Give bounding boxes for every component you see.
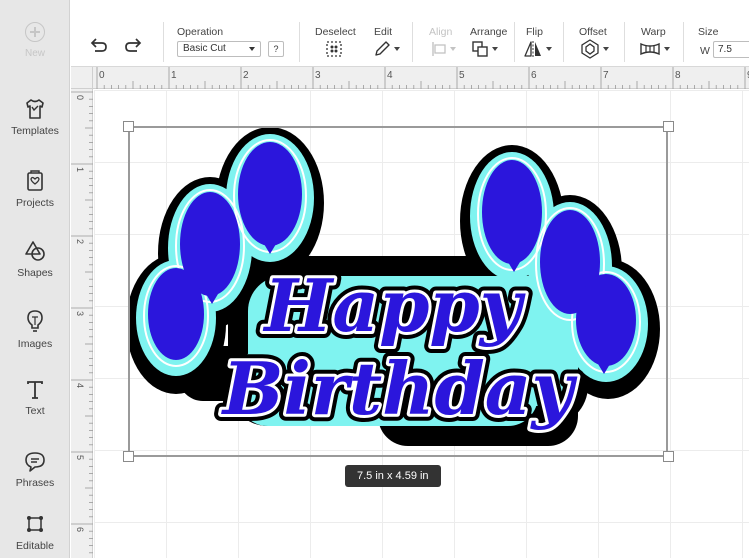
width-label: W (700, 45, 710, 57)
ruler-number: 5 (459, 70, 465, 81)
ruler-number: 3 (315, 70, 321, 81)
deselect-label: Deselect (315, 26, 356, 38)
ruler-number: 7 (603, 70, 609, 81)
chevron-down-icon (394, 47, 400, 51)
edit-label: Edit (374, 26, 393, 38)
sidebar-item-label: Projects (16, 197, 54, 209)
flip-icon (524, 41, 541, 57)
pencil-icon (375, 41, 390, 56)
size-label: Size (698, 26, 719, 38)
sidebar-item-phrases[interactable]: Phrases (0, 450, 70, 489)
sidebar-item-shapes[interactable]: Shapes (0, 240, 70, 279)
size-badge: 7.5 in x 4.59 in (345, 465, 441, 487)
warp-icon (640, 42, 660, 56)
ruler-ticks: 0123456789 (96, 67, 749, 89)
resize-handle-top-right[interactable] (663, 121, 674, 132)
arrange-label: Arrange (470, 26, 508, 38)
chevron-down-icon (603, 47, 609, 51)
warp-button[interactable] (639, 39, 670, 59)
horizontal-ruler: 0123456789 (71, 67, 749, 89)
resize-handle-top-left[interactable] (123, 121, 134, 132)
flip-button[interactable] (523, 39, 552, 59)
sidebar-item-label: Shapes (17, 267, 53, 279)
undo-button[interactable] (87, 34, 109, 54)
sidebar-item-editable[interactable]: Editable (0, 513, 70, 552)
sidebar-item-images[interactable]: Images (0, 309, 70, 350)
left-sidebar: New Templates Projects Shapes Images Tex… (0, 0, 70, 558)
speech-bubble-icon (25, 452, 45, 472)
warp-label: Warp (641, 26, 666, 38)
operation-value: Basic Cut (183, 43, 226, 54)
projects-icon (27, 170, 43, 191)
ruler-number: 8 (675, 70, 681, 81)
operation-select[interactable]: Basic Cut (177, 41, 261, 57)
ruler-number: 0 (75, 95, 85, 100)
operation-label: Operation (177, 26, 224, 38)
deselect-button[interactable] (325, 39, 343, 59)
new-button[interactable]: New (0, 22, 70, 59)
ruler-number: 2 (243, 70, 249, 81)
vertical-ruler: 0 1 2 3 4 5 6 (71, 67, 93, 558)
editable-icon (27, 516, 43, 532)
edit-button[interactable] (373, 39, 400, 59)
sidebar-item-projects[interactable]: Projects (0, 170, 70, 209)
ruler-number: 4 (387, 70, 393, 81)
resize-handle-bottom-left[interactable] (123, 451, 134, 462)
ruler-number: 0 (99, 70, 105, 81)
arrange-icon (472, 41, 488, 57)
edit-toolbar: Operation Basic Cut ? Deselect Edit Alig… (71, 0, 749, 67)
shirt-icon (26, 99, 44, 119)
sidebar-item-label: Templates (11, 125, 59, 137)
flip-label: Flip (526, 26, 543, 38)
offset-icon (581, 39, 599, 59)
align-icon (432, 42, 446, 56)
undo-icon (90, 38, 107, 52)
sidebar-item-label: Text (25, 405, 45, 417)
chevron-down-icon (492, 47, 498, 51)
sidebar-item-label: Images (17, 338, 53, 350)
align-label: Align (429, 26, 453, 38)
sidebar-item-text[interactable]: Text (0, 380, 70, 417)
redo-button[interactable] (123, 34, 145, 54)
new-label: New (24, 48, 45, 59)
chevron-down-icon (664, 47, 670, 51)
offset-label: Offset (579, 26, 607, 38)
offset-button[interactable] (580, 39, 609, 59)
ruler-number: 1 (171, 70, 177, 81)
plus-icon (25, 22, 45, 42)
text-icon (27, 381, 43, 399)
ruler-number: 6 (531, 70, 537, 81)
selection-bounding-box (128, 126, 668, 457)
chevron-down-icon (249, 47, 255, 51)
lightbulb-icon (27, 310, 43, 332)
align-button[interactable] (431, 39, 456, 59)
ruler-corner (71, 67, 93, 89)
shapes-icon (25, 241, 45, 261)
sidebar-item-templates[interactable]: Templates (0, 98, 70, 137)
ruler-number: 1 (75, 167, 85, 172)
chevron-down-icon (450, 47, 456, 51)
ruler-number: 2 (75, 239, 85, 244)
chevron-down-icon (546, 47, 552, 51)
help-button[interactable]: ? (268, 41, 284, 57)
sidebar-item-label: Phrases (15, 477, 55, 489)
ruler-number: 3 (75, 311, 85, 316)
redo-icon (125, 38, 142, 52)
sidebar-item-label: Editable (16, 540, 54, 552)
ruler-number: 6 (75, 527, 85, 532)
resize-handle-bottom-right[interactable] (663, 451, 674, 462)
ruler-number: 5 (75, 455, 85, 460)
ruler-ticks: 0 1 2 3 4 5 6 (71, 91, 93, 554)
arrange-button[interactable] (471, 39, 498, 59)
ruler-number: 4 (75, 383, 85, 388)
deselect-icon (326, 41, 342, 57)
width-input[interactable]: 7.5 (713, 41, 749, 58)
